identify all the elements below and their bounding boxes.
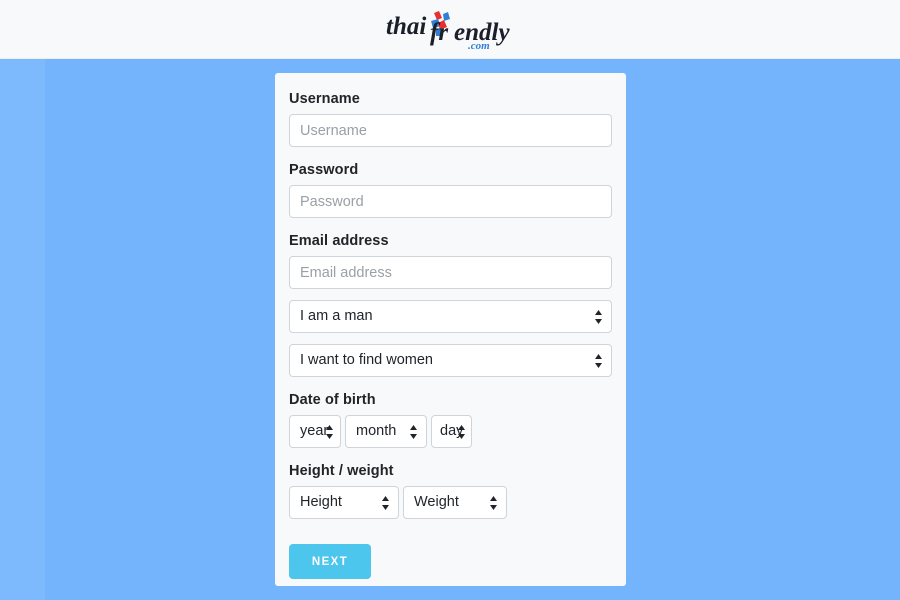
seeking-select-row: I want to find women xyxy=(289,344,612,377)
username-input[interactable] xyxy=(289,114,612,147)
gender-select-value: I am a man xyxy=(300,308,373,324)
select-stepper-icon xyxy=(381,495,390,511)
seeking-select-value: I want to find women xyxy=(300,352,433,368)
height-weight-row: Height Weight xyxy=(289,486,612,519)
email-input[interactable] xyxy=(289,256,612,289)
svg-text:thai: thai xyxy=(386,13,426,40)
username-label: Username xyxy=(289,91,360,107)
gender-select[interactable]: I am a man xyxy=(289,300,612,333)
dob-month-select[interactable]: month xyxy=(345,415,427,448)
weight-select-value: Weight xyxy=(414,494,459,510)
select-stepper-icon xyxy=(594,309,603,325)
select-stepper-icon xyxy=(409,424,418,440)
svg-text:fr: fr xyxy=(430,19,448,46)
password-label: Password xyxy=(289,162,359,178)
select-stepper-icon xyxy=(457,424,466,440)
password-input[interactable] xyxy=(289,185,612,218)
height-select-value: Height xyxy=(300,494,342,510)
thaifriendly-logo[interactable]: thai fr endly .com xyxy=(386,7,514,51)
dob-day-select[interactable]: day xyxy=(431,415,472,448)
seeking-select[interactable]: I want to find women xyxy=(289,344,612,377)
svg-text:.com: .com xyxy=(468,40,490,51)
height-weight-label: Height / weight xyxy=(289,463,394,479)
select-stepper-icon xyxy=(594,353,603,369)
page-root: thai fr endly .com Username Username Pas… xyxy=(0,0,900,600)
height-select[interactable]: Height xyxy=(289,486,399,519)
left-edge-strip xyxy=(0,59,45,600)
site-header: thai fr endly .com xyxy=(0,0,900,59)
dob-month-value: month xyxy=(356,423,397,439)
weight-select[interactable]: Weight xyxy=(403,486,507,519)
dob-year-value: year xyxy=(300,423,329,439)
date-of-birth-row: year month day xyxy=(289,415,612,448)
next-button[interactable]: NEXT xyxy=(289,544,371,579)
email-label: Email address xyxy=(289,233,389,249)
date-of-birth-label: Date of birth xyxy=(289,392,376,408)
signup-form-card: Username Password Email address I am a m… xyxy=(275,73,626,586)
gender-select-row: I am a man xyxy=(289,300,612,333)
select-stepper-icon xyxy=(489,495,498,511)
dob-year-select[interactable]: year xyxy=(289,415,341,448)
select-stepper-icon xyxy=(325,424,334,440)
